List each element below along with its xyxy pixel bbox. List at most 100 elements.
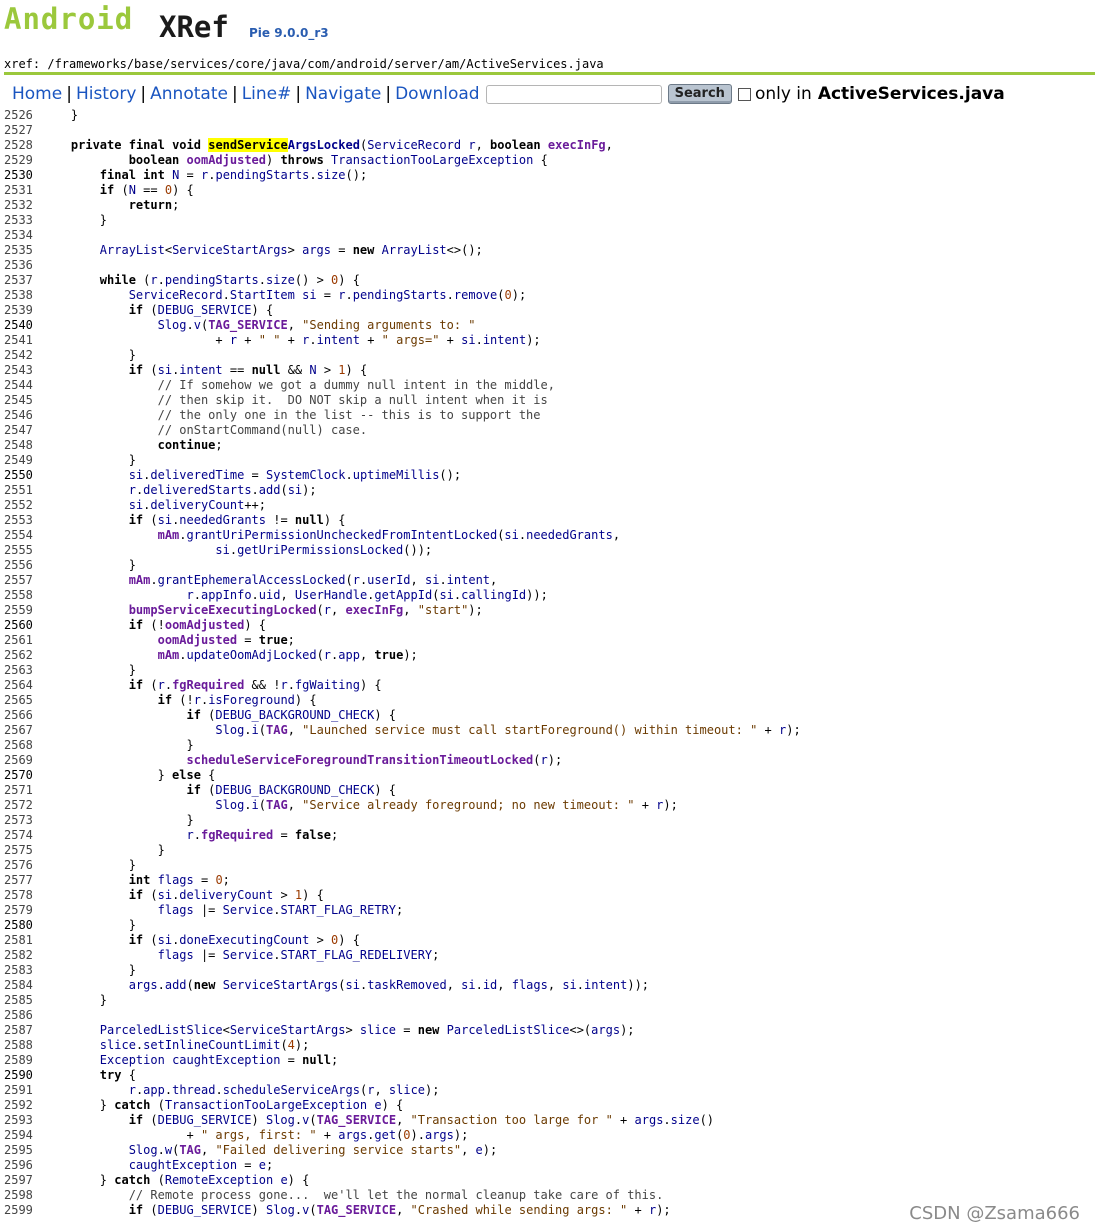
line-number-link[interactable]: 2539	[4, 303, 36, 318]
line-number-link[interactable]: 2599	[4, 1203, 36, 1218]
line-number-link[interactable]: 2575	[4, 843, 36, 858]
line-number-link[interactable]: 2597	[4, 1173, 36, 1188]
line-number-link[interactable]: 2588	[4, 1038, 36, 1053]
line-number-link[interactable]: 2562	[4, 648, 36, 663]
line-number-link[interactable]: 2552	[4, 498, 36, 513]
line-number-link[interactable]: 2532	[4, 198, 36, 213]
line-number-link[interactable]: 2526	[4, 108, 36, 123]
line-number-link[interactable]: 2566	[4, 708, 36, 723]
line-number-link[interactable]: 2546	[4, 408, 36, 423]
line-number-link[interactable]: 2585	[4, 993, 36, 1008]
line-number-link[interactable]: 2531	[4, 183, 36, 198]
logo-xref-text: XRef	[159, 10, 229, 44]
line-number-link[interactable]: 2542	[4, 348, 36, 363]
line-number-link[interactable]: 2561	[4, 633, 36, 648]
nav-history-link[interactable]: History	[76, 84, 136, 104]
code-text: si.deliveryCount++;	[128, 498, 266, 512]
line-number-link[interactable]: 2598	[4, 1188, 36, 1203]
line-number-link[interactable]: 2529	[4, 153, 36, 168]
code-text: } catch (RemoteException e) {	[42, 1173, 310, 1187]
line-number-link[interactable]: 2528	[4, 138, 36, 153]
line-number-link[interactable]: 2551	[4, 483, 36, 498]
only-in-file-checkbox[interactable]	[737, 87, 751, 101]
line-number-link[interactable]: 2571	[4, 783, 36, 798]
line-number-link[interactable]: 2545	[4, 393, 36, 408]
line-number-link[interactable]: 2540	[4, 318, 36, 333]
line-number-link[interactable]: 2535	[4, 243, 36, 258]
line-number-link[interactable]: 2554	[4, 528, 36, 543]
line-number-link[interactable]: 2558	[4, 588, 36, 603]
line-number-link[interactable]: 2553	[4, 513, 36, 528]
line-number-link[interactable]: 2590	[4, 1068, 36, 1083]
line-number-link[interactable]: 2555	[4, 543, 36, 558]
line-number-link[interactable]: 2543	[4, 363, 36, 378]
code-line: 2578 if (si.deliveryCount > 1) {	[0, 888, 1095, 903]
search-input[interactable]	[485, 84, 662, 104]
line-number-link[interactable]: 2570	[4, 768, 36, 783]
code-text: try {	[99, 1068, 136, 1082]
line-number-link[interactable]: 2584	[4, 978, 36, 993]
line-number-link[interactable]: 2548	[4, 438, 36, 453]
code-line: 2533 }	[0, 213, 1095, 228]
line-number-link[interactable]: 2549	[4, 453, 36, 468]
code-line: 2573 }	[0, 813, 1095, 828]
code-text: if (si.doneExecutingCount > 0) {	[128, 933, 360, 947]
line-number-link[interactable]: 2544	[4, 378, 36, 393]
nav-line-link[interactable]: Line#	[242, 84, 292, 104]
code-text: }	[42, 663, 136, 677]
line-number-link[interactable]: 2567	[4, 723, 36, 738]
line-number-link[interactable]: 2533	[4, 213, 36, 228]
line-number-link[interactable]: 2568	[4, 738, 36, 753]
line-number-link[interactable]: 2557	[4, 573, 36, 588]
line-number-link[interactable]: 2586	[4, 1008, 36, 1023]
line-number-link[interactable]: 2589	[4, 1053, 36, 1068]
line-number-link[interactable]: 2559	[4, 603, 36, 618]
line-number-link[interactable]: 2580	[4, 918, 36, 933]
line-number-link[interactable]: 2582	[4, 948, 36, 963]
line-number-link[interactable]: 2587	[4, 1023, 36, 1038]
nav-navigate-link[interactable]: Navigate	[305, 84, 381, 104]
code-text: if (!oomAdjusted) {	[128, 618, 267, 632]
line-number-link[interactable]: 2583	[4, 963, 36, 978]
code-text: + " args, first: " + args.get(0).args);	[42, 1128, 469, 1142]
line-number-link[interactable]: 2596	[4, 1158, 36, 1173]
line-number-link[interactable]: 2592	[4, 1098, 36, 1113]
line-number-link[interactable]: 2577	[4, 873, 36, 888]
nav-home-link[interactable]: Home	[12, 84, 62, 104]
line-number-link[interactable]: 2538	[4, 288, 36, 303]
line-number-link[interactable]: 2565	[4, 693, 36, 708]
line-number-link[interactable]: 2591	[4, 1083, 36, 1098]
line-number-link[interactable]: 2595	[4, 1143, 36, 1158]
line-number-link[interactable]: 2572	[4, 798, 36, 813]
line-number-link[interactable]: 2560	[4, 618, 36, 633]
nav-download-link[interactable]: Download	[395, 84, 480, 104]
nav-annotate-link[interactable]: Annotate	[150, 84, 228, 104]
line-number-link[interactable]: 2579	[4, 903, 36, 918]
line-number-link[interactable]: 2556	[4, 558, 36, 573]
line-number-link[interactable]: 2537	[4, 273, 36, 288]
line-number-link[interactable]: 2534	[4, 228, 36, 243]
line-number-link[interactable]: 2569	[4, 753, 36, 768]
line-number-link[interactable]: 2563	[4, 663, 36, 678]
line-number-link[interactable]: 2576	[4, 858, 36, 873]
line-number-link[interactable]: 2581	[4, 933, 36, 948]
line-number-link[interactable]: 2530	[4, 168, 36, 183]
code-line: 2587 ParceledListSlice<ServiceStartArgs>…	[0, 1023, 1095, 1038]
code-line: 2534	[0, 228, 1095, 243]
file-path-breadcrumb[interactable]: xref: /frameworks/base/services/core/jav…	[4, 57, 604, 71]
line-number-link[interactable]: 2527	[4, 123, 36, 138]
line-number-link[interactable]: 2536	[4, 258, 36, 273]
line-number-link[interactable]: 2573	[4, 813, 36, 828]
code-line: 2529 boolean oomAdjusted) throws Transac…	[0, 153, 1095, 168]
line-number-link[interactable]: 2541	[4, 333, 36, 348]
line-number-link[interactable]: 2594	[4, 1128, 36, 1143]
line-number-link[interactable]: 2564	[4, 678, 36, 693]
line-number-link[interactable]: 2574	[4, 828, 36, 843]
line-number-link[interactable]: 2593	[4, 1113, 36, 1128]
line-number-link[interactable]: 2578	[4, 888, 36, 903]
code-text: bumpServiceExecutingLocked(r, execInFg, …	[128, 603, 483, 617]
search-button[interactable]: Search	[667, 84, 732, 104]
code-line: 2584 args.add(new ServiceStartArgs(si.ta…	[0, 978, 1095, 993]
line-number-link[interactable]: 2547	[4, 423, 36, 438]
line-number-link[interactable]: 2550	[4, 468, 36, 483]
